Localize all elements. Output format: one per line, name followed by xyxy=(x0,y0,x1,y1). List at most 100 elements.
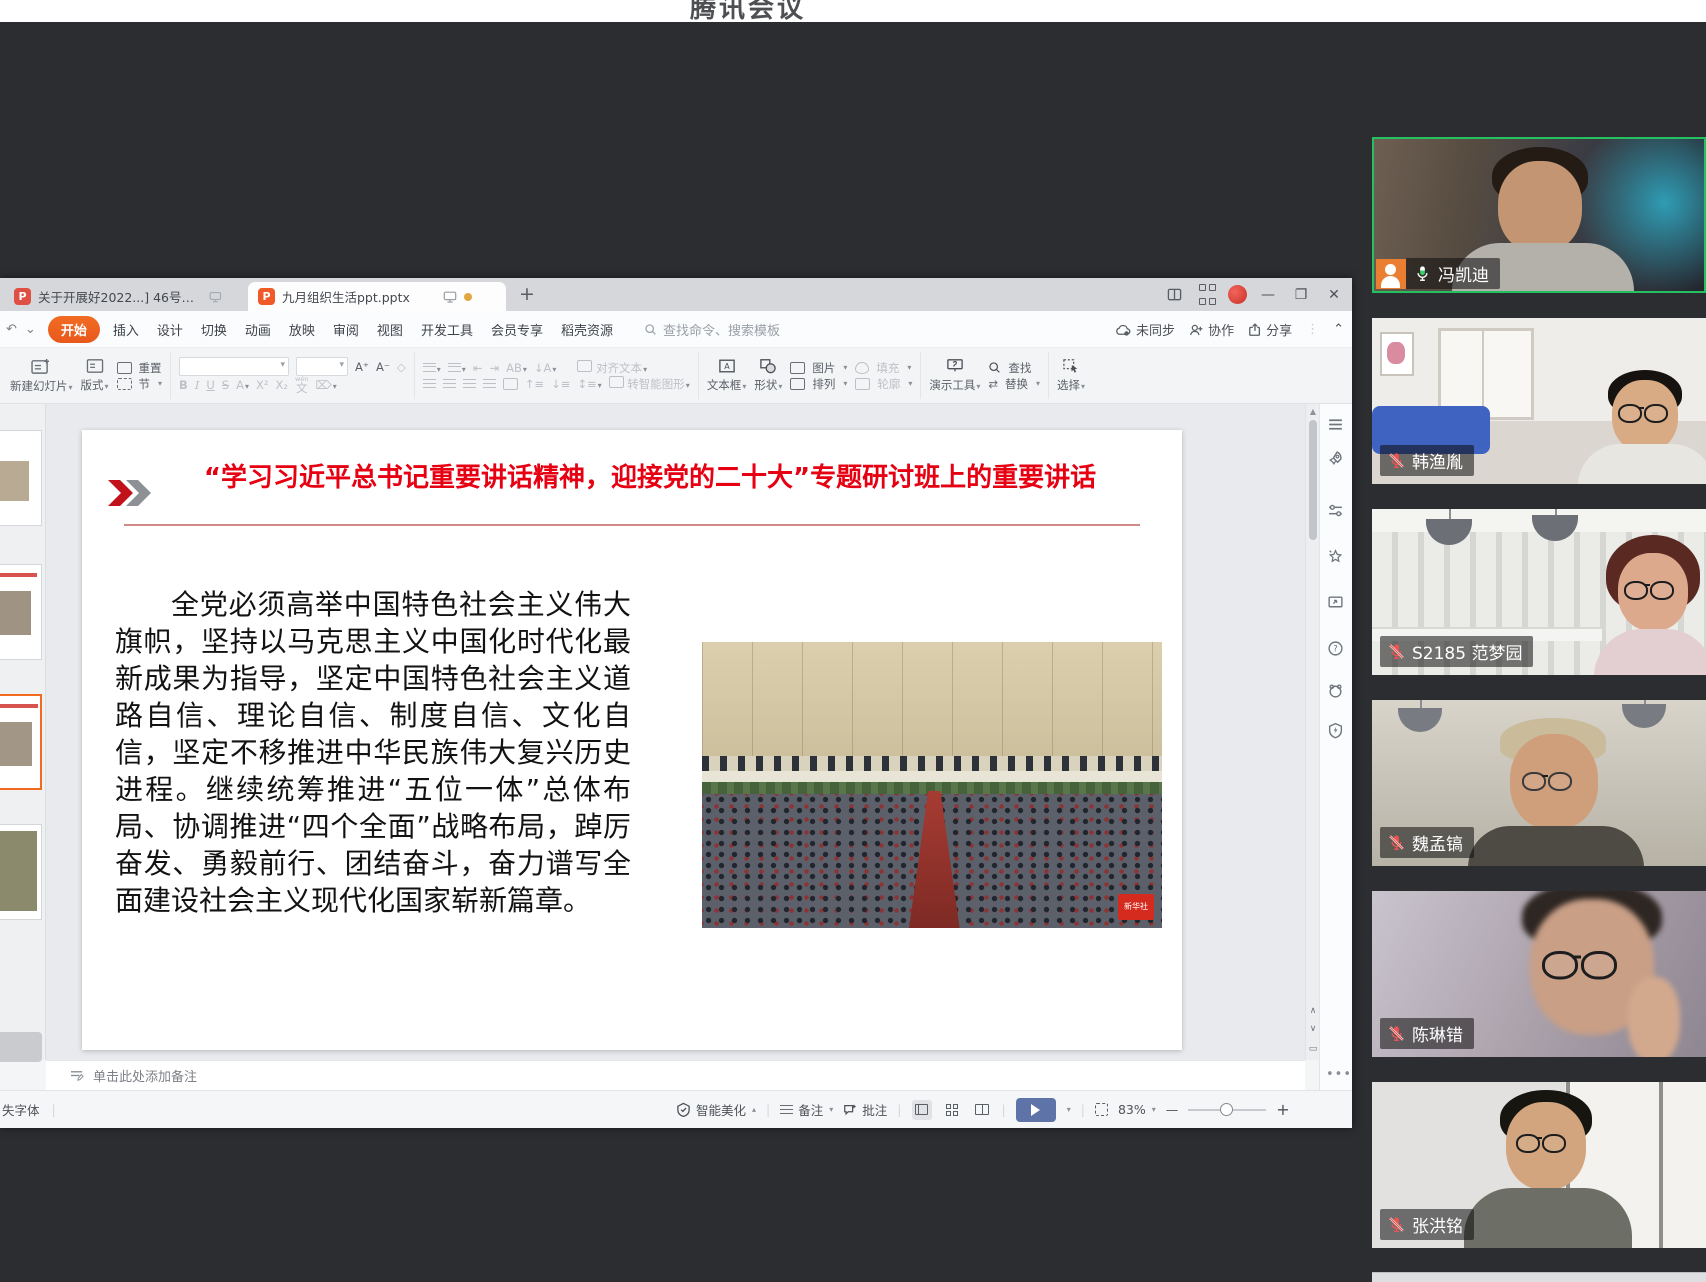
slide-title[interactable]: “学习习近平总书记重要讲话精神，迎接党的二十大”专题研讨班上的重要讲话 xyxy=(142,462,1158,495)
settings-sliders-icon[interactable] xyxy=(1327,502,1346,521)
underline-button[interactable]: U xyxy=(206,378,214,392)
align-left-icon[interactable] xyxy=(423,379,436,388)
panel-menu-icon[interactable] xyxy=(1327,416,1346,435)
zoom-out-button[interactable]: — xyxy=(1166,1102,1179,1117)
reading-view-button[interactable] xyxy=(972,1100,992,1120)
zoom-in-button[interactable]: + xyxy=(1276,1100,1289,1119)
justify-icon[interactable] xyxy=(483,379,496,388)
scroll-up-icon[interactable]: ▲ xyxy=(1306,407,1320,416)
outline-button[interactable]: 轮廓▾ xyxy=(855,376,912,392)
menu-devtools[interactable]: 开发工具 xyxy=(412,316,482,343)
format-eraser-button[interactable]: ⌦▾ xyxy=(315,378,336,392)
align-center-icon[interactable] xyxy=(443,379,456,388)
grow-font-button[interactable]: A⁺ xyxy=(355,360,369,374)
slide-thumbnail-partial[interactable] xyxy=(0,1032,42,1062)
reset-button[interactable]: 重置 xyxy=(117,360,163,376)
close-button[interactable]: ✕ xyxy=(1322,283,1346,307)
menu-design[interactable]: 设计 xyxy=(148,316,192,343)
smart-graphic-button[interactable]: 转智能图形▾ xyxy=(609,376,690,392)
decrease-indent-button[interactable]: ⇤ xyxy=(473,361,483,375)
participant-tile[interactable]: 张洪铭 xyxy=(1372,1082,1706,1248)
layout-button[interactable]: 版式▾ xyxy=(81,358,109,393)
participant-tile[interactable]: 魏孟镐 xyxy=(1372,700,1706,866)
character-spacing-button[interactable]: AB▾ xyxy=(506,361,527,375)
slide-thumbnail-current[interactable] xyxy=(0,694,42,790)
collapse-ribbon-icon[interactable]: ⌃ xyxy=(1333,322,1344,337)
picture-button[interactable]: 图片▾ xyxy=(790,360,847,376)
participant-tile[interactable]: S2185 范梦园 xyxy=(1372,509,1706,675)
fill-button[interactable]: 填充▾ xyxy=(855,360,912,376)
participant-tile-partial[interactable] xyxy=(1372,1272,1706,1282)
align-right-icon[interactable] xyxy=(463,379,476,388)
italic-button[interactable]: I xyxy=(195,378,200,392)
comments-button[interactable]: 批注 xyxy=(843,1100,887,1119)
participant-tile-speaking[interactable]: 冯凯迪 xyxy=(1372,137,1706,293)
view-toggle-icon[interactable]: ▭ xyxy=(1306,1044,1320,1054)
missing-font-status[interactable]: 失字体 xyxy=(2,1100,40,1119)
increase-indent-button[interactable]: ⇥ xyxy=(489,361,499,375)
slide-body-text[interactable]: 全党必须高举中国特色社会主义伟大旗帜，坚持以马克思主义中国化时代化最新成果为指导… xyxy=(115,586,631,919)
fit-slide-icon[interactable] xyxy=(1095,1103,1108,1116)
slideshow-play-button[interactable] xyxy=(1016,1098,1056,1122)
menu-review[interactable]: 审阅 xyxy=(324,316,368,343)
menu-home[interactable]: 开始 xyxy=(48,316,100,343)
distribute-icon[interactable] xyxy=(503,378,518,390)
command-search[interactable]: 查找命令、搜索模板 xyxy=(644,320,780,339)
performance-bolt-icon[interactable] xyxy=(1327,722,1346,741)
menu-docer[interactable]: 稻壳资源 xyxy=(552,316,622,343)
arrange-button[interactable]: 排列▾ xyxy=(790,376,847,392)
bullets-button[interactable]: ▾ xyxy=(423,361,441,375)
account-avatar[interactable] xyxy=(1228,285,1247,304)
help-icon[interactable]: ? xyxy=(1327,640,1346,659)
scrollbar-thumb[interactable] xyxy=(1309,420,1317,540)
pinyin-guide-button[interactable]: wén文 xyxy=(295,376,308,394)
superscript-button[interactable]: X² xyxy=(256,378,269,392)
normal-view-button[interactable] xyxy=(912,1100,932,1120)
slide-thumbnail[interactable] xyxy=(0,564,42,660)
section-button[interactable]: 节▾ xyxy=(117,376,163,392)
find-button[interactable]: 查找 xyxy=(988,360,1040,376)
new-slide-button[interactable]: 新建幻灯片▾ xyxy=(10,358,73,394)
rocket-boost-icon[interactable] xyxy=(1327,450,1346,469)
tab-pdf-document[interactable]: P 关于开展好2022...] 46号）.pdf xyxy=(4,282,232,311)
clear-format-icon[interactable]: ◇ xyxy=(397,360,406,374)
notes-bar[interactable]: 单击此处添加备注 xyxy=(46,1060,1305,1090)
shapes-button[interactable]: 形状▾ xyxy=(754,358,782,393)
font-color-button[interactable]: A▾ xyxy=(236,378,249,392)
vertical-scrollbar[interactable]: ▲ ∧ ∨ ▭ xyxy=(1305,404,1319,1060)
next-slide-button[interactable]: ∨ xyxy=(1306,1024,1320,1034)
notes-toggle-button[interactable]: 备注▾ xyxy=(780,1100,833,1119)
menu-member[interactable]: 会员专享 xyxy=(482,316,552,343)
menu-slideshow[interactable]: 放映 xyxy=(280,316,324,343)
menu-transition[interactable]: 切换 xyxy=(192,316,236,343)
new-tab-button[interactable]: + xyxy=(515,283,539,307)
slide-sorter-view-button[interactable] xyxy=(942,1100,962,1120)
apps-grid-icon[interactable] xyxy=(1195,283,1219,307)
text-box-button[interactable]: A 文本框▾ xyxy=(707,358,747,393)
share-button[interactable]: 分享 xyxy=(1248,320,1292,339)
zoom-slider[interactable] xyxy=(1188,1109,1266,1111)
menu-animation[interactable]: 动画 xyxy=(236,316,280,343)
tab-ppt-document-active[interactable]: P 九月组织生活ppt.pptx xyxy=(248,282,506,311)
sync-status[interactable]: 未同步 xyxy=(1115,320,1175,339)
redo-dropdown-icon[interactable]: ⌄ xyxy=(25,322,36,337)
font-size-combo[interactable] xyxy=(296,357,348,376)
shrink-font-button[interactable]: A⁻ xyxy=(376,360,390,374)
split-view-icon[interactable] xyxy=(1162,283,1186,307)
numbering-button[interactable]: ▾ xyxy=(448,361,466,375)
participant-tile[interactable]: 陈琳错 xyxy=(1372,891,1706,1057)
zoom-slider-handle[interactable] xyxy=(1220,1103,1233,1116)
line-spacing-down-icon[interactable]: ↓≡ xyxy=(551,377,570,391)
replace-button[interactable]: ⇄替换▾ xyxy=(988,376,1040,392)
subscript-button[interactable]: X₂ xyxy=(275,378,288,392)
effects-star-icon[interactable] xyxy=(1327,548,1346,567)
undo-icon[interactable]: ↶ xyxy=(6,322,17,337)
maximize-button[interactable]: ❐ xyxy=(1289,283,1313,307)
screen-cast-icon[interactable] xyxy=(1327,594,1346,613)
slide-thumbnail[interactable] xyxy=(0,824,42,920)
bold-button[interactable]: B xyxy=(179,378,188,392)
participant-tile[interactable]: 韩渔胤 xyxy=(1372,318,1706,484)
strikethrough-button[interactable]: S xyxy=(222,378,229,392)
slide-thumbnail[interactable] xyxy=(0,430,42,526)
conference-photo[interactable]: 新华社 xyxy=(702,642,1162,928)
